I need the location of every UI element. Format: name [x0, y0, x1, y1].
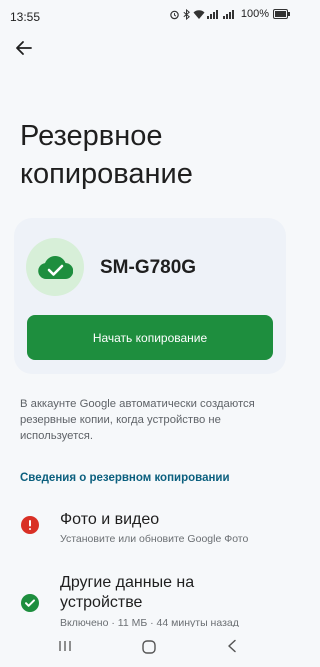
- bluetooth-icon: [182, 8, 191, 20]
- cloud-check-icon: [38, 256, 73, 280]
- home-button[interactable]: [141, 639, 157, 660]
- error-icon: [21, 516, 39, 534]
- start-backup-button[interactable]: Начать копирование: [27, 315, 273, 360]
- status-bar: 13:55 100%: [0, 0, 300, 34]
- list-item-photos[interactable]: Фото и видео Установите или обновите Goo…: [0, 505, 300, 555]
- chevron-left-icon: [228, 639, 236, 653]
- navigation-bar: [0, 627, 300, 667]
- item-title: Другие данные на устройстве: [60, 574, 195, 611]
- back-button[interactable]: [12, 36, 36, 60]
- signal-icon-2: [222, 9, 237, 19]
- section-header-backup-details: Сведения о резервном копировании: [20, 472, 230, 484]
- device-card: SM-G780G Начать копирование: [14, 218, 286, 374]
- signal-icon: [206, 9, 221, 19]
- status-icons: 100%: [169, 8, 290, 20]
- device-name: SM-G780G: [100, 257, 197, 278]
- battery-percent: 100%: [240, 8, 269, 20]
- item-title: Фото и видео: [60, 511, 160, 528]
- back-nav-button[interactable]: [226, 639, 238, 658]
- item-subtitle: Установите или обновите Google Фото: [60, 533, 249, 545]
- recents-button[interactable]: [58, 639, 72, 658]
- check-circle-icon: [21, 594, 39, 612]
- backup-info-text: В аккаунте Google автоматически создаютс…: [20, 398, 255, 442]
- recents-icon: [59, 641, 71, 651]
- alarm-icon: [169, 9, 180, 20]
- battery-icon: [273, 9, 290, 19]
- device-avatar: [26, 238, 84, 296]
- home-icon: [142, 640, 156, 654]
- list-item-other-data[interactable]: Другие данные на устройстве Включено · 1…: [0, 570, 300, 629]
- wifi-icon: [193, 9, 205, 20]
- status-time: 13:55: [10, 10, 41, 24]
- arrow-back-icon: [16, 41, 32, 55]
- page-title: Резервное копирование: [20, 120, 193, 190]
